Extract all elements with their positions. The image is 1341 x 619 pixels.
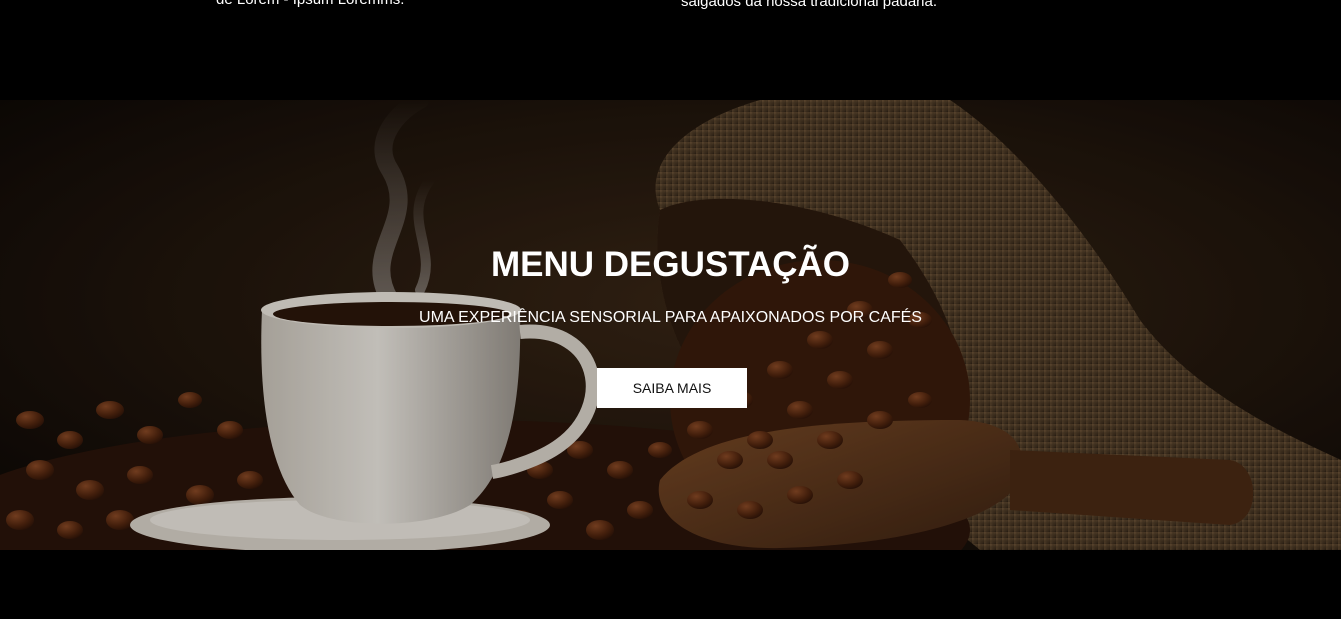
feature-description-left: de Lorem - Ipsum Loremms.: [216, 0, 404, 9]
banner-title: MENU DEGUSTAÇÃO: [490, 245, 851, 284]
feature-description-right: salgados da nossa tradicional padaria.: [681, 0, 938, 10]
next-section: [0, 550, 1341, 619]
banner-subtitle: UMA EXPERIÊNCIA SENSORIAL PARA APAIXONAD…: [419, 309, 922, 326]
features-section-bottom: de Lorem - Ipsum Loremms. salgados da no…: [0, 0, 1341, 100]
tasting-menu-banner: MENU DEGUSTAÇÃO UMA EXPERIÊNCIA SENSORIA…: [0, 100, 1341, 550]
learn-more-button[interactable]: SAIBA MAIS: [597, 368, 747, 408]
page: de Lorem - Ipsum Loremms. salgados da no…: [0, 0, 1341, 619]
